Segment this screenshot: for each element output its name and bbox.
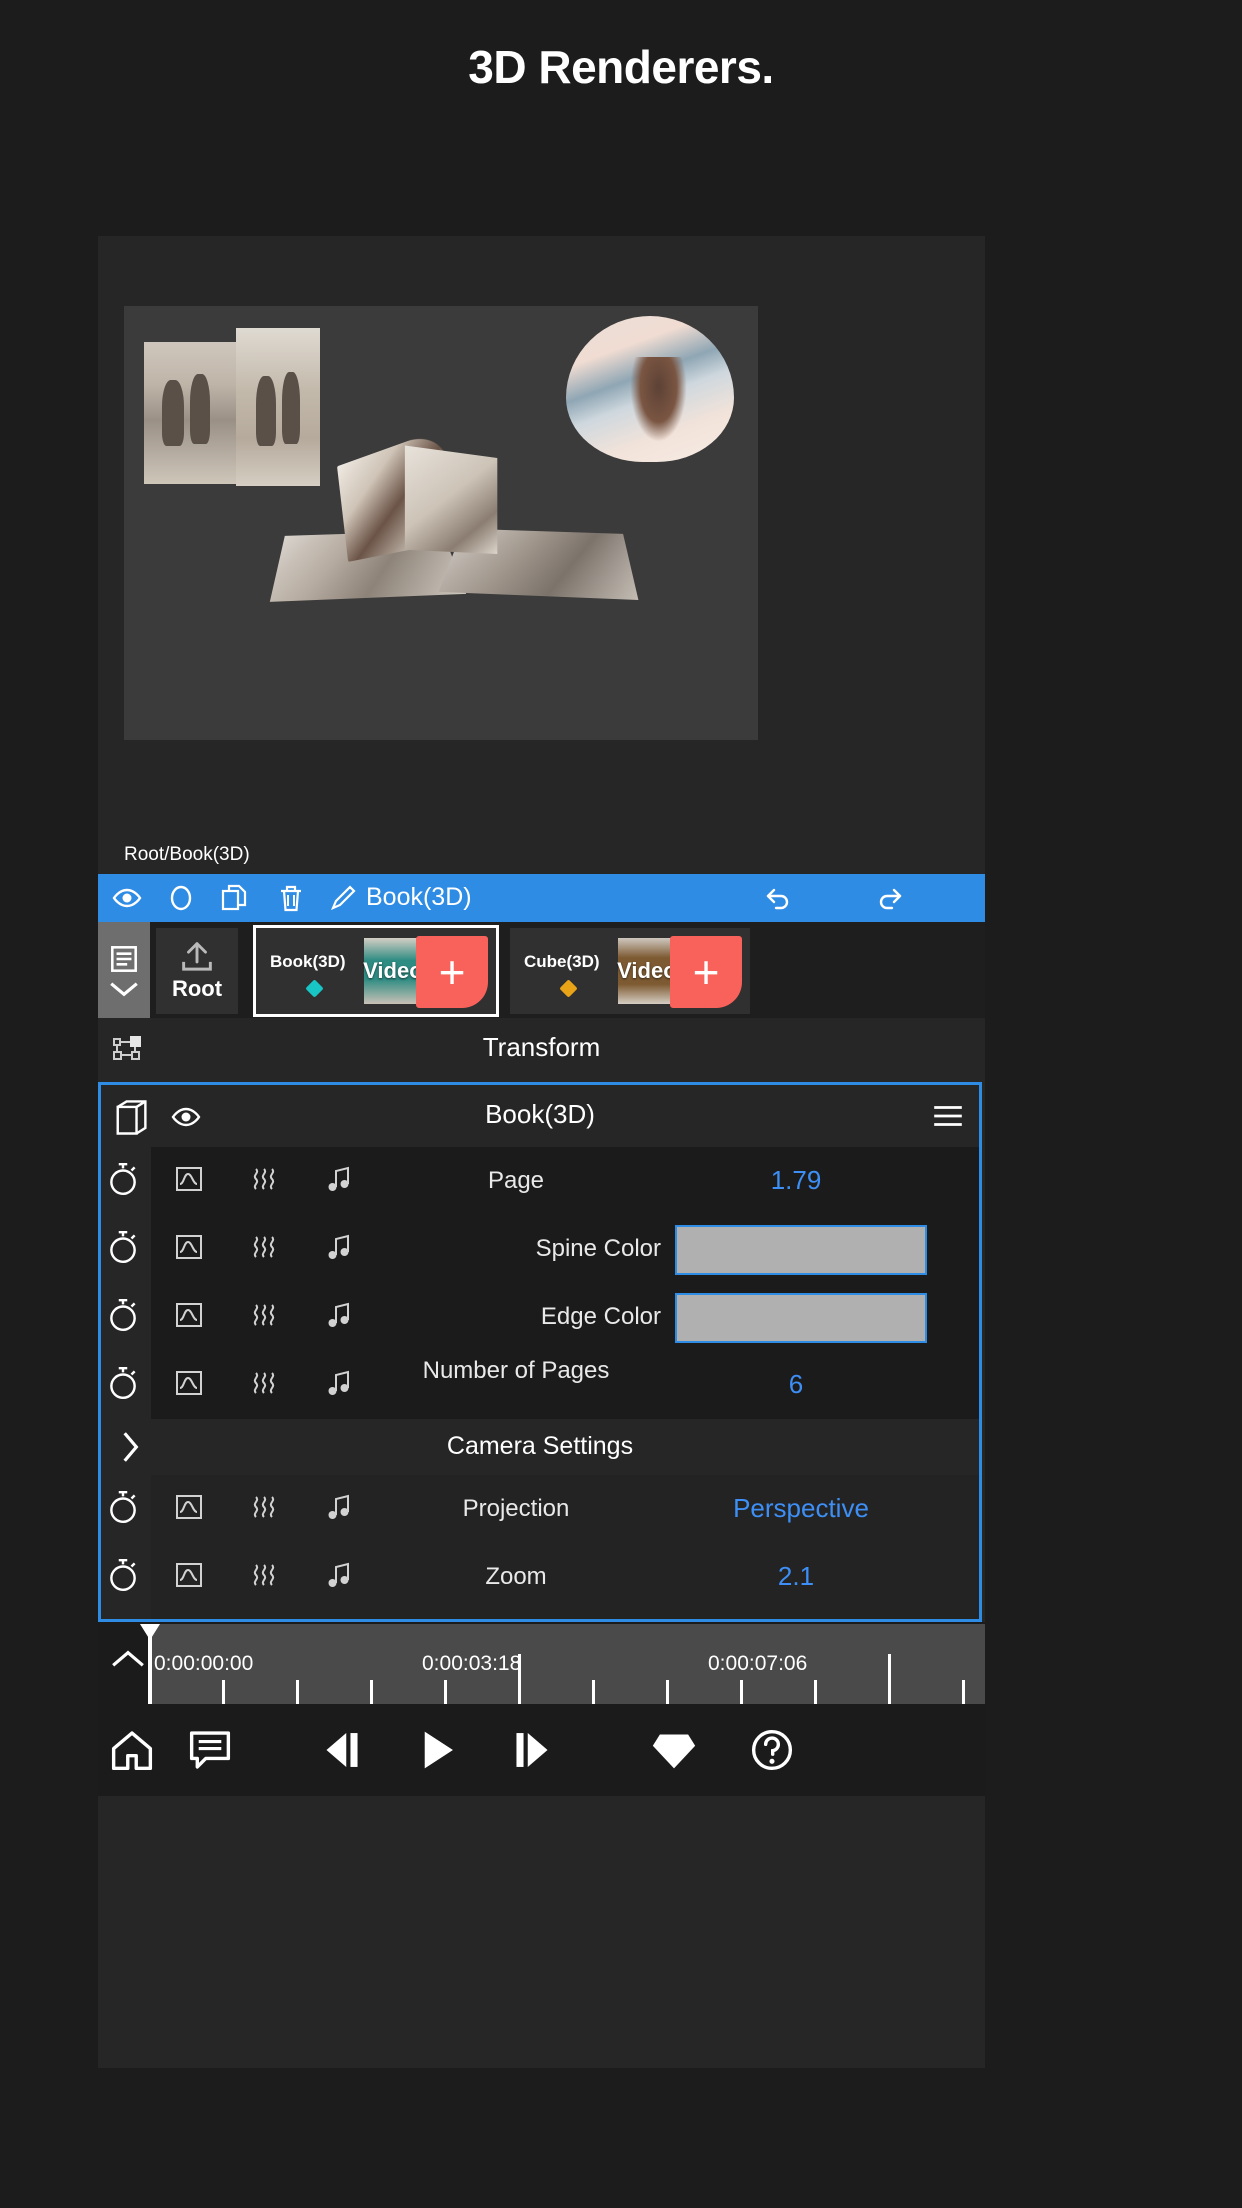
- color-swatch[interactable]: [675, 1293, 927, 1343]
- breadcrumb[interactable]: Root/Book(3D): [124, 840, 724, 870]
- property-value[interactable]: 1.79: [681, 1165, 911, 1196]
- layer-group-name: Cube(3D): [524, 952, 600, 971]
- comment-icon[interactable]: [186, 1726, 234, 1774]
- page-title: 3D Renderers.: [468, 41, 774, 93]
- stopwatch-icon[interactable]: [107, 1489, 139, 1525]
- object-toolbar: Book(3D): [98, 874, 985, 922]
- property-label: Zoom: [485, 1563, 547, 1590]
- stopwatch-icon[interactable]: [107, 1161, 139, 1197]
- layer-strip: Root Book(3D) Video2 + Cube(3D) Video1 +: [98, 922, 985, 1018]
- help-icon[interactable]: [748, 1726, 796, 1774]
- property-value[interactable]: Perspective: [651, 1493, 951, 1524]
- stopwatch-icon[interactable]: [107, 1557, 139, 1593]
- properties-title: Book(3D): [485, 1099, 595, 1129]
- wave-icon[interactable]: [249, 1299, 281, 1331]
- timeline: 0:00:00:00 0:00:03:18 0:00:07:06: [98, 1622, 985, 1704]
- wave-icon[interactable]: [249, 1367, 281, 1399]
- add-layer-label: +: [438, 946, 466, 998]
- color-swatch[interactable]: [675, 1225, 927, 1275]
- audio-icon[interactable]: [323, 1366, 355, 1400]
- play-icon[interactable]: [412, 1726, 460, 1774]
- property-row-zoom[interactable]: Zoom 2.1: [110, 1543, 979, 1611]
- undo-icon[interactable]: [762, 882, 796, 914]
- property-label: Number of Pages: [422, 1357, 610, 1384]
- timeline-time-mid: 0:00:03:18: [422, 1652, 522, 1675]
- stopwatch-icon[interactable]: [107, 1297, 139, 1333]
- layer-dot: [305, 979, 324, 998]
- property-row-page[interactable]: Page 1.79: [110, 1147, 979, 1215]
- stopwatch-icon[interactable]: [107, 1229, 139, 1265]
- camera-settings-label: Camera Settings: [446, 1432, 634, 1460]
- timeline-time-start: 0:00:00:00: [154, 1652, 254, 1675]
- properties-panel: Book(3D) Page 1.79 Spine Color Edge Colo…: [98, 1082, 982, 1622]
- home-icon[interactable]: [108, 1726, 156, 1774]
- layer-group-name: Book(3D): [270, 952, 346, 971]
- eye-icon[interactable]: [110, 882, 144, 914]
- property-label: Projection: [462, 1495, 570, 1522]
- step-forward-icon[interactable]: [508, 1726, 556, 1774]
- curve-editor-icon[interactable]: [173, 1231, 205, 1263]
- object-name-label: Book(3D): [366, 883, 472, 911]
- hamburger-menu-icon[interactable]: [931, 1103, 965, 1129]
- property-label: Page: [487, 1167, 545, 1194]
- duplicate-icon[interactable]: [218, 882, 252, 914]
- curve-editor-icon[interactable]: [173, 1559, 205, 1591]
- edit-icon[interactable]: [326, 882, 360, 914]
- property-row-position[interactable]: Position 0.00 0.00 0.00: [151, 1611, 979, 1619]
- curve-editor-icon[interactable]: [173, 1491, 205, 1523]
- 3d-viewport[interactable]: [124, 306, 758, 740]
- property-row-number-of-pages[interactable]: Number of Pages 6: [110, 1351, 979, 1419]
- trash-icon[interactable]: [274, 882, 308, 914]
- audio-icon[interactable]: [323, 1490, 355, 1524]
- book-object: [269, 428, 639, 638]
- curve-editor-icon[interactable]: [173, 1367, 205, 1399]
- audio-icon[interactable]: [323, 1162, 355, 1196]
- transform-label: Transform: [482, 1032, 601, 1062]
- camera-settings-section[interactable]: Camera Settings: [101, 1419, 979, 1475]
- chevron-down-icon: [107, 980, 141, 998]
- step-back-icon[interactable]: [318, 1726, 366, 1774]
- diamond-icon[interactable]: [650, 1726, 698, 1774]
- wave-icon[interactable]: [249, 1491, 281, 1523]
- upload-icon: [177, 940, 217, 974]
- transform-row[interactable]: Transform: [98, 1018, 985, 1080]
- curve-editor-icon[interactable]: [173, 1163, 205, 1195]
- app-screenshot: 3D Renderers. Root/Book(3D) Book(3D) Roo…: [0, 0, 1242, 2208]
- audio-icon[interactable]: [323, 1558, 355, 1592]
- layer-group-cube3d[interactable]: Cube(3D) Video1 +: [510, 928, 750, 1014]
- sphere-object: [566, 316, 734, 462]
- root-label: Root: [171, 976, 223, 1001]
- property-row-spine-color[interactable]: Spine Color: [110, 1215, 979, 1283]
- curve-editor-icon[interactable]: [173, 1299, 205, 1331]
- layer-list-button[interactable]: [98, 922, 150, 1018]
- stopwatch-icon[interactable]: [107, 1365, 139, 1401]
- timeline-time-end: 0:00:07:06: [708, 1652, 808, 1675]
- root-button[interactable]: Root: [156, 928, 238, 1014]
- add-layer-button[interactable]: +: [416, 936, 488, 1008]
- layer-dot: [559, 979, 578, 998]
- redo-icon[interactable]: [872, 882, 906, 914]
- property-row-edge-color[interactable]: Edge Color: [110, 1283, 979, 1351]
- property-label: Spine Color: [535, 1235, 661, 1262]
- layer-list-icon: [107, 942, 141, 976]
- timeline-ruler[interactable]: 0:00:00:00 0:00:03:18 0:00:07:06: [140, 1624, 985, 1704]
- mask-icon[interactable]: [164, 882, 198, 914]
- property-label: Edge Color: [540, 1303, 661, 1330]
- property-value[interactable]: 6: [681, 1369, 911, 1400]
- bottom-toolbar: [98, 1704, 985, 1796]
- app-window: Root/Book(3D) Book(3D) Root Book(3D) Vid…: [98, 236, 985, 2068]
- layer-group-book3d[interactable]: Book(3D) Video2 +: [253, 925, 499, 1017]
- chevron-up-icon[interactable]: [110, 1648, 146, 1670]
- wave-icon[interactable]: [249, 1163, 281, 1195]
- wave-icon[interactable]: [249, 1231, 281, 1263]
- properties-header[interactable]: Book(3D): [101, 1085, 979, 1147]
- add-layer-label: +: [692, 946, 720, 998]
- add-layer-button[interactable]: +: [670, 936, 742, 1008]
- property-value[interactable]: 2.1: [681, 1561, 911, 1592]
- property-row-projection[interactable]: Projection Perspective: [110, 1475, 979, 1543]
- wave-icon[interactable]: [249, 1559, 281, 1591]
